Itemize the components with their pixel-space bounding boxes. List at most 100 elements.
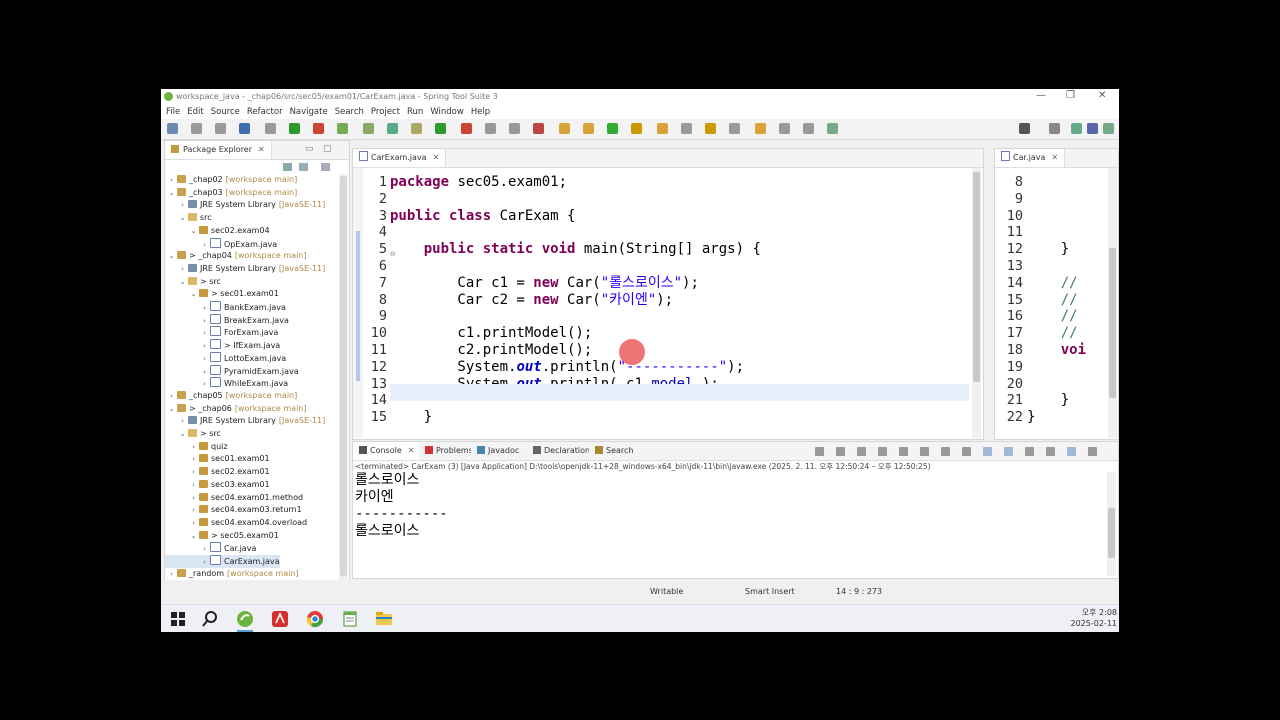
chevron-right-icon[interactable]: › xyxy=(189,492,198,505)
chevron-right-icon[interactable]: › xyxy=(167,390,176,403)
console-action-icon[interactable] xyxy=(836,447,845,456)
tree-item[interactable]: › CarExam.java xyxy=(165,555,280,568)
tree-item[interactable]: › Car.java xyxy=(165,542,256,555)
tree-item[interactable]: › sec04.exam01.method xyxy=(165,492,303,505)
code-line[interactable]: // xyxy=(1027,292,1086,309)
console-action-icon[interactable] xyxy=(1046,447,1055,456)
tree-item[interactable]: ⌄ > _chap04 [workspace main] xyxy=(165,250,306,263)
toolbar-tool-icon[interactable] xyxy=(387,123,398,134)
tab-console[interactable]: Console ✕ xyxy=(353,442,422,460)
car-scrollbar[interactable] xyxy=(1108,168,1117,438)
toolbar-tool-icon[interactable] xyxy=(705,123,716,134)
tree-item[interactable]: › sec03.exam01 xyxy=(165,479,270,492)
toolbar-tool-icon[interactable] xyxy=(607,123,618,134)
taskbar-date[interactable]: 2025-02-11 xyxy=(1057,619,1118,628)
chevron-right-icon[interactable]: › xyxy=(189,479,198,492)
chevron-right-icon[interactable]: › xyxy=(167,174,176,187)
chevron-down-icon[interactable]: ⌄ xyxy=(178,276,187,289)
tree-item[interactable]: › sec04.exam03.return1 xyxy=(165,504,302,517)
tree-item[interactable]: › _chap05 [workspace main] xyxy=(165,390,297,403)
menu-file[interactable]: File xyxy=(166,105,180,119)
tab-carexam[interactable]: CarExam.java ✕ xyxy=(353,149,447,167)
chevron-right-icon[interactable]: › xyxy=(189,504,198,517)
chevron-down-icon[interactable]: ⌄ xyxy=(189,530,198,543)
toolbar-tool-icon[interactable] xyxy=(681,123,692,134)
tree-item[interactable]: ⌄ src xyxy=(165,212,212,225)
code-line[interactable]: } xyxy=(1027,392,1069,409)
code-line[interactable]: } xyxy=(1027,241,1069,258)
chevron-right-icon[interactable]: › xyxy=(189,453,198,466)
toolbar-tool-icon[interactable] xyxy=(265,123,276,134)
menu-project[interactable]: Project xyxy=(371,105,400,119)
chevron-down-icon[interactable]: ⌄ xyxy=(189,225,198,238)
tab-package-explorer[interactable]: Package Explorer ✕ xyxy=(165,141,272,159)
chevron-right-icon[interactable]: › xyxy=(178,263,187,276)
chevron-right-icon[interactable]: › xyxy=(189,466,198,479)
toolbar-tool-icon[interactable] xyxy=(411,123,422,134)
console-scrollbar[interactable] xyxy=(1107,472,1116,576)
chevron-right-icon[interactable]: › xyxy=(178,199,187,212)
code-line[interactable]: System.out.println("-----------"); xyxy=(390,359,744,376)
spring-tool-suite-icon[interactable] xyxy=(236,610,254,628)
toolbar-tool-icon[interactable] xyxy=(803,123,814,134)
console-action-icon[interactable] xyxy=(941,447,950,456)
toolbar-tool-icon[interactable] xyxy=(827,123,838,134)
close-icon[interactable]: ✕ xyxy=(1051,153,1058,162)
menu-source[interactable]: Source xyxy=(211,105,240,119)
toolbar-tool-icon[interactable] xyxy=(461,123,472,134)
code-line[interactable]: Car c1 = new Car("롤스로이스"); xyxy=(390,275,698,292)
minimize-view-icon[interactable]: ▭ xyxy=(305,144,314,154)
tree-item[interactable]: ⌄ _chap03 [workspace main] xyxy=(165,187,297,200)
taskbar-time[interactable]: 오후 2:08 xyxy=(1057,607,1117,618)
toolbar-tool-icon[interactable] xyxy=(729,123,740,134)
minimize-button[interactable]: — xyxy=(1036,90,1046,101)
tree-item[interactable]: › LottoExam.java xyxy=(165,351,286,365)
tree-item[interactable]: ⌄ > sec05.exam01 xyxy=(165,530,279,543)
perspective-icon[interactable] xyxy=(1049,123,1060,134)
tree-item[interactable]: › _random [workspace main] xyxy=(165,568,299,581)
toolbar-tool-icon[interactable] xyxy=(779,123,790,134)
chevron-down-icon[interactable]: ⌄ xyxy=(178,212,187,225)
menu-help[interactable]: Help xyxy=(471,105,490,119)
console-action-icon[interactable] xyxy=(899,447,908,456)
fold-icon[interactable]: ⊖ xyxy=(390,250,396,258)
explorer-scrollbar[interactable] xyxy=(339,174,348,582)
tree-item[interactable]: › OpExam.java xyxy=(165,237,277,251)
windows-start-icon[interactable] xyxy=(169,610,187,628)
tree-item[interactable]: › PyramidExam.java xyxy=(165,364,299,378)
tree-item[interactable]: › > IfExam.java xyxy=(165,339,280,352)
tree-item[interactable]: › sec02.exam01 xyxy=(165,466,270,479)
tree-item[interactable]: › BreakExam.java xyxy=(165,313,289,327)
tree-item[interactable]: › quiz xyxy=(165,441,228,454)
close-window-button[interactable]: ✕ xyxy=(1098,90,1106,101)
java-perspective-icon[interactable] xyxy=(1071,123,1082,134)
toolbar-tool-icon[interactable] xyxy=(191,123,202,134)
toolbar-tool-icon[interactable] xyxy=(363,123,374,134)
toolbar-tool-icon[interactable] xyxy=(559,123,570,134)
notepad-icon[interactable] xyxy=(341,610,359,628)
tab-problems[interactable]: Problems xyxy=(419,442,479,460)
code-line[interactable]: c2.printModel(); xyxy=(390,342,592,359)
tree-item[interactable]: ⌄ > _chap06 [workspace main] xyxy=(165,403,306,416)
console-action-icon[interactable] xyxy=(1088,447,1097,456)
tree-item[interactable]: › JRE System Library [JavaSE-11] xyxy=(165,199,325,212)
toolbar-tool-icon[interactable] xyxy=(239,123,250,134)
console-action-icon[interactable] xyxy=(1067,447,1076,456)
toolbar-tool-icon[interactable] xyxy=(485,123,496,134)
menu-refactor[interactable]: Refactor xyxy=(247,105,283,119)
code-line[interactable]: // xyxy=(1027,325,1086,342)
console-action-icon[interactable] xyxy=(1004,447,1013,456)
toolbar-tool-icon[interactable] xyxy=(631,123,642,134)
debug-perspective-icon[interactable] xyxy=(1103,123,1114,134)
console-action-icon[interactable] xyxy=(962,447,971,456)
chevron-right-icon[interactable]: › xyxy=(189,517,198,530)
code-line[interactable]: } xyxy=(1027,409,1035,426)
search-icon[interactable] xyxy=(201,610,219,628)
maximize-view-icon[interactable]: ▢ xyxy=(323,144,332,154)
code-line[interactable]: // xyxy=(1027,275,1086,292)
code-line[interactable]: c1.printModel(); xyxy=(390,325,592,342)
chevron-right-icon[interactable]: › xyxy=(189,441,198,454)
toolbar-tool-icon[interactable] xyxy=(509,123,520,134)
close-icon[interactable]: ✕ xyxy=(433,153,440,162)
code-line[interactable]: package sec05.exam01; xyxy=(390,174,567,191)
